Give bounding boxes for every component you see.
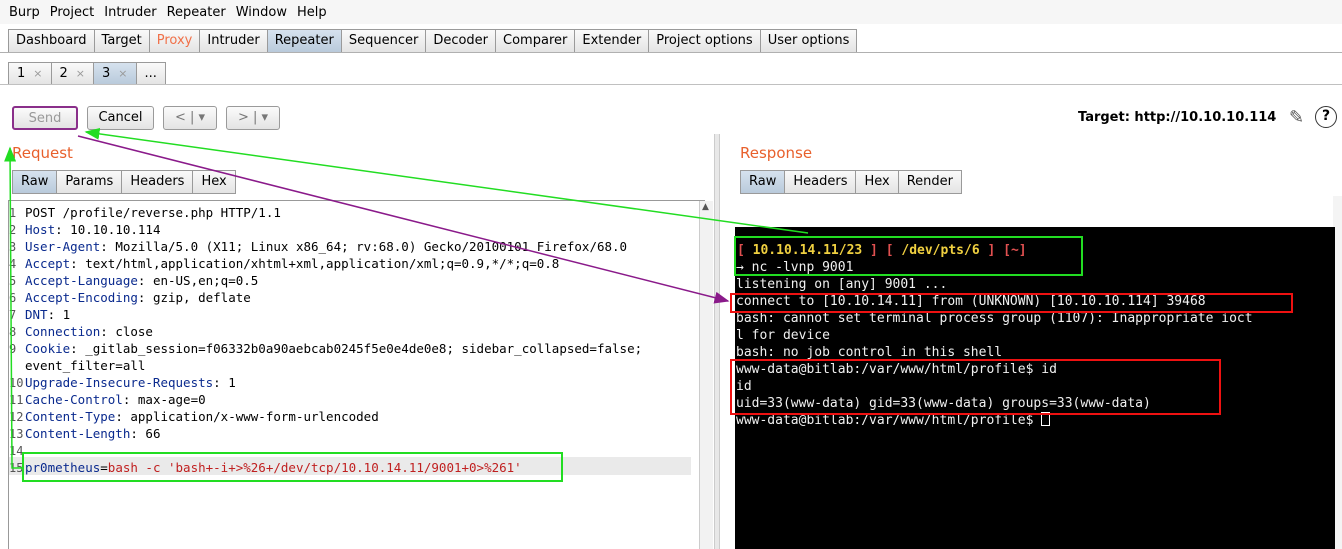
green-arrow-to-send [84, 127, 809, 234]
green-arrow-from-payload [4, 146, 22, 469]
annotation-arrows [4, 127, 809, 469]
purple-arrow [77, 135, 730, 304]
